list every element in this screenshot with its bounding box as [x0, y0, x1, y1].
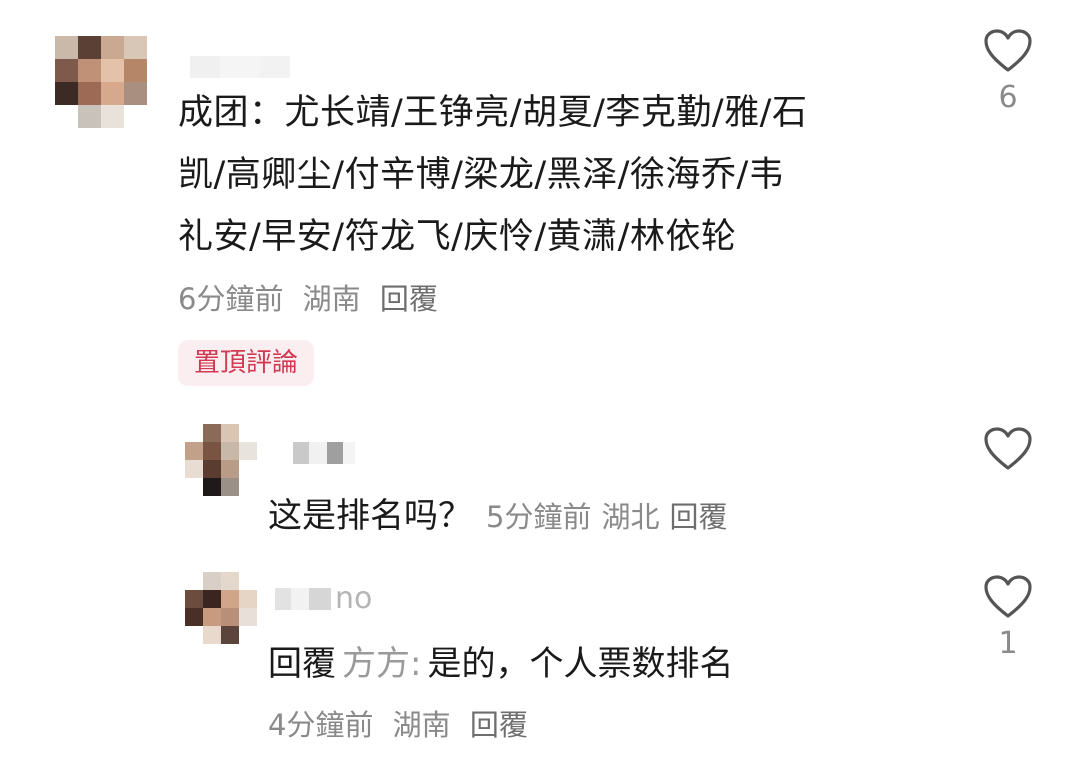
like-button[interactable]: 6	[978, 28, 1038, 116]
reply-avatar[interactable]	[185, 424, 257, 496]
heart-outline-icon	[984, 427, 1032, 470]
reply-location: 湖南	[392, 708, 451, 742]
reply-meta: 4分鐘前 湖南 回覆	[268, 702, 538, 744]
like-button[interactable]: 1	[978, 574, 1038, 662]
reply-avatar[interactable]	[185, 572, 257, 644]
commenter-avatar[interactable]	[55, 36, 147, 128]
reply-to-username[interactable]: 方方:	[342, 644, 421, 684]
reply-prefix: 回覆	[268, 644, 336, 684]
like-count: 1	[998, 626, 1018, 661]
commenter-username-blurred[interactable]	[190, 56, 290, 78]
heart-outline-icon	[984, 29, 1032, 72]
reply-button[interactable]: 回覆	[669, 500, 727, 534]
reply-text: 回覆 方方: 是的，个人票数排名	[268, 636, 733, 685]
reply-content: 这是排名吗？	[268, 496, 472, 536]
username-visible-part: no	[335, 581, 373, 616]
reply-username-blurred[interactable]	[275, 442, 355, 464]
reply-content: 是的，个人票数排名	[427, 644, 734, 684]
reply-username-blurred[interactable]: no	[275, 581, 373, 616]
comment-time: 6分鐘前	[178, 282, 284, 316]
reply-button[interactable]: 回覆	[470, 708, 528, 742]
reply-text: 这是排名吗？ 5分鐘前 湖北 回覆	[268, 488, 737, 537]
heart-outline-icon	[984, 575, 1032, 618]
like-count: 6	[998, 80, 1018, 115]
reply-meta: 5分鐘前 湖北 回覆	[486, 500, 737, 534]
comment-location: 湖南	[302, 282, 361, 316]
main-comment-meta: 6分鐘前 湖南 回覆	[178, 276, 448, 318]
pinned-comment-badge: 置頂評論	[178, 340, 315, 386]
like-count	[978, 478, 1038, 514]
comment-text-line: 礼安/早安/符龙飞/庆怜/黄潇/林依轮	[178, 217, 737, 257]
like-button[interactable]	[978, 426, 1038, 514]
reply-location: 湖北	[601, 500, 660, 534]
reply-button[interactable]: 回覆	[380, 282, 438, 316]
main-comment-text: 成团：尤长靖/王铮亮/胡夏/李克勤/雅/石 凯/高卿尘/付辛博/梁龙/黑泽/徐海…	[178, 82, 938, 268]
comment-text-line: 成团：尤长靖/王铮亮/胡夏/李克勤/雅/石	[178, 93, 808, 133]
reply-time: 4分鐘前	[268, 708, 374, 742]
comment-text-line: 凯/高卿尘/付辛博/梁龙/黑泽/徐海乔/韦	[178, 155, 785, 195]
reply-time: 5分鐘前	[486, 500, 592, 534]
